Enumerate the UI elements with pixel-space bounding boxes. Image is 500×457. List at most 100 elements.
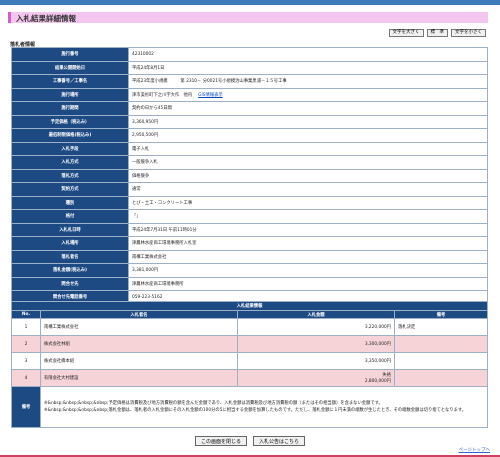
result-name: 株式会社橋本組	[40, 352, 238, 370]
info-value: 津農林水産商工環境事務所	[128, 276, 488, 291]
result-amount: 3,300,000円	[237, 335, 395, 353]
info-value-text: 平成23年度小規模 第 2310－ 分0021号小規模治山事業黒浦－１５号工事	[132, 79, 287, 85]
bid-results-table: 入札結果情報 No. 入札者名 入札金額 備考 1 南構工業株式会社 3,220,0…	[11, 301, 488, 428]
info-row: 工事番号／工事名 平成23年度小規模 第 2310－ 分0021号小規模治山事業黒…	[11, 74, 488, 89]
info-label: 施行期間	[11, 101, 129, 116]
info-label: 契約方式	[11, 182, 129, 197]
info-value-text: 平成24年8月1日	[132, 65, 165, 71]
info-row: 格付 「」	[11, 209, 488, 224]
info-label: 施行番号	[11, 47, 129, 62]
info-label: 落札金額(税込み)	[11, 263, 129, 278]
result-no: 2	[11, 335, 41, 353]
font-normal-button[interactable]: 標 準	[426, 29, 448, 37]
info-label: 工事番号／工事名	[11, 74, 129, 89]
info-row: 問合せ先 津農林水産商工環境事務所	[11, 276, 488, 291]
top-bar	[0, 0, 500, 5]
info-label: 問合せ先	[11, 276, 129, 291]
gis-info-link[interactable]: GIS情報表示	[198, 93, 223, 98]
page-title-bar: 入札結果詳細情報	[8, 12, 488, 23]
info-label: 最低制限価格(税込み)	[11, 128, 129, 143]
info-value-text: 059-223-5162	[132, 294, 163, 300]
info-value: 通常	[128, 182, 488, 197]
result-amount: 3,350,000円	[237, 352, 395, 370]
info-value: 3,381,000円	[128, 263, 488, 278]
info-value: とび・土工・コンクリート工事	[128, 195, 488, 210]
info-row: 施行場所 津市美杉町下之川字大作 他内 GIS情報表示	[11, 87, 488, 102]
info-label: 入札札日時	[11, 222, 129, 237]
remarks-text: ※&nbsp;&nbsp;&nbsp;&nbsp;予定価格は消費税及び地方消費税…	[40, 386, 488, 428]
info-row: 落札方式 価格競争	[11, 168, 488, 183]
info-value-text: 電子入札	[132, 146, 150, 152]
results-header-no: No.	[11, 310, 41, 319]
info-value: 価格競争	[128, 168, 488, 183]
info-label: 予定価格（税込み）	[11, 114, 129, 129]
font-small-button[interactable]: 文字を小さく	[451, 29, 486, 37]
info-row: 施行番号 42310002	[11, 47, 488, 62]
info-row: 入札場所 津農林水産商工環境事務所入札室	[11, 236, 488, 251]
info-row: 結果公開開始日 平成24年8月1日	[11, 60, 488, 75]
info-value-text: 津農林水産商工環境事務所入札室	[132, 241, 197, 247]
result-amount: 失格 2,800,000円	[237, 369, 395, 387]
info-value: 南構工業株式会社	[128, 249, 488, 264]
results-header-name: 入札者名	[40, 310, 238, 319]
info-value: 電子入札	[128, 141, 488, 156]
info-value: 一般競争入札	[128, 155, 488, 170]
result-name: 有限会社大村建設	[40, 369, 238, 387]
result-row: 1 南構工業株式会社 3,220,000円 落札決定	[11, 318, 488, 336]
info-value-text: 価格競争	[132, 173, 150, 179]
info-row: 落札者名 南構工業株式会社	[11, 249, 488, 264]
info-value-text: 42310002	[132, 51, 154, 57]
results-caption: 入札結果情報	[11, 301, 488, 311]
info-value-text: 南構工業株式会社	[132, 254, 167, 260]
info-label: 入札手段	[11, 141, 129, 156]
footer-buttons: この画面を閉じる 入札公告はこちら	[0, 436, 500, 446]
info-label: 施行場所	[11, 87, 129, 102]
results-header-note: 備考	[394, 310, 488, 319]
info-value-text: 津農林水産商工環境事務所	[132, 281, 184, 287]
result-no: 3	[11, 352, 41, 370]
result-amount: 3,220,000円	[237, 318, 395, 336]
close-window-button[interactable]: この画面を閉じる	[194, 436, 247, 446]
info-row: 種別 とび・土工・コンクリート工事	[11, 195, 488, 210]
info-value: 「」	[128, 209, 488, 224]
winner-info-table: 施行番号 42310002 結果公開開始日 平成24年8月1日 工事番号／工事名 平成23…	[11, 47, 488, 318]
info-row: 施行期間 契約の日から45日間	[11, 101, 488, 116]
info-value: 42310002	[128, 47, 488, 62]
result-note	[394, 335, 488, 353]
info-value-text: 一般競争入札	[132, 160, 158, 166]
info-value-text: 平成24年7月31日 午前11時01分	[132, 227, 197, 233]
info-value: 2,950,500円	[128, 128, 488, 143]
result-row: 3 株式会社橋本組 3,350,000円	[11, 352, 488, 370]
info-row: 落札金額(税込み) 3,381,000円	[11, 263, 488, 278]
info-value: 津農林水産商工環境事務所入札室	[128, 236, 488, 251]
info-value: 平成23年度小規模 第 2310－ 分0021号小規模治山事業黒浦－１５号工事	[128, 74, 488, 89]
result-row: 4 有限会社大村建設 失格 2,800,000円	[11, 369, 488, 387]
font-large-button[interactable]: 文字を大きく	[388, 29, 424, 37]
result-name: 株式会社林組	[40, 335, 238, 353]
info-label: 格付	[11, 209, 129, 224]
result-note: 落札決定	[394, 318, 488, 336]
page-top-link[interactable]: ページトップへ	[459, 447, 490, 453]
info-value-text: 2,950,500円	[132, 133, 159, 139]
remarks-label: 備考	[11, 386, 41, 428]
info-value-text: 3,360,950円	[132, 119, 159, 125]
bid-notice-button[interactable]: 入札公告はこちら	[253, 436, 306, 446]
font-size-controls: 文字を大きく 標 準 文字を小さく	[388, 29, 486, 37]
result-no: 4	[11, 369, 41, 387]
result-no: 1	[11, 318, 41, 336]
info-label: 入札場所	[11, 236, 129, 251]
info-value-text: 契約の日から45日間	[132, 106, 172, 112]
info-row: 契約方式 通常	[11, 182, 488, 197]
info-label: 種別	[11, 195, 129, 210]
info-label: 入札方式	[11, 155, 129, 170]
result-note	[394, 369, 488, 387]
info-label: 落札方式	[11, 168, 129, 183]
info-row: 入札札日時 平成24年7月31日 午前11時01分	[11, 222, 488, 237]
result-note	[394, 352, 488, 370]
info-value-text: 3,381,000円	[132, 268, 159, 274]
info-value-text: 津市美杉町下之川字大作 他内	[132, 92, 193, 98]
info-value-text: 「」	[132, 214, 141, 220]
info-value: 平成24年7月31日 午前11時01分	[128, 222, 488, 237]
info-value: 契約の日から45日間	[128, 101, 488, 116]
info-row: 最低制限価格(税込み) 2,950,500円	[11, 128, 488, 143]
